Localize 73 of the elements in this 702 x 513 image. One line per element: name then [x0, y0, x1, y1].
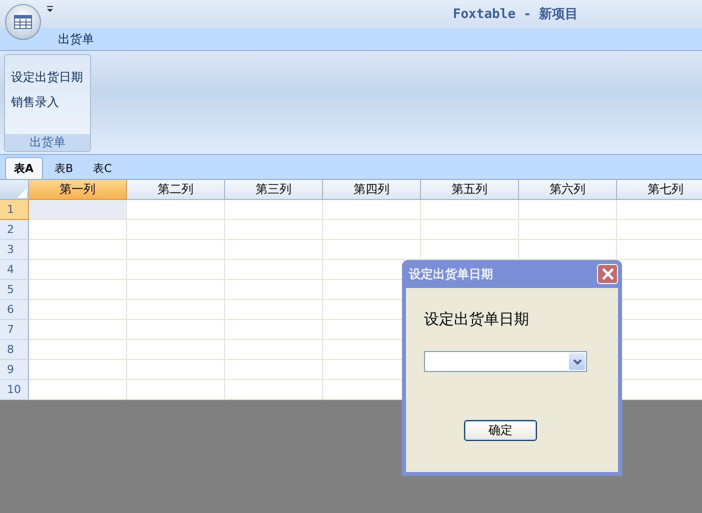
row-header[interactable]: 1 — [0, 200, 29, 220]
table-cell[interactable] — [29, 280, 127, 300]
table-cell[interactable] — [421, 200, 519, 220]
table-cell[interactable] — [29, 320, 127, 340]
row-header[interactable]: 3 — [0, 240, 29, 260]
row-header[interactable]: 6 — [0, 300, 29, 320]
table-cell[interactable] — [225, 240, 323, 260]
table-cell[interactable] — [127, 240, 225, 260]
table-cell[interactable] — [225, 260, 323, 280]
column-header[interactable]: 第三列 — [225, 180, 323, 200]
sheet-tab[interactable]: 表C — [85, 158, 120, 179]
chevron-down-icon — [572, 358, 582, 364]
table-cell[interactable] — [127, 340, 225, 360]
row-header[interactable]: 8 — [0, 340, 29, 360]
row-header[interactable]: 4 — [0, 260, 29, 280]
ribbon-tab[interactable]: 出货单 — [54, 28, 98, 50]
table-cell[interactable] — [29, 300, 127, 320]
row-header[interactable]: 10 — [0, 380, 29, 400]
ribbon-command[interactable]: 销售录入 — [11, 94, 90, 111]
table-cell[interactable] — [127, 220, 225, 240]
table-cell[interactable] — [225, 300, 323, 320]
row-header[interactable]: 2 — [0, 220, 29, 240]
sheet-tab[interactable]: 表B — [46, 158, 82, 179]
table-cell[interactable] — [323, 200, 421, 220]
table-cell[interactable] — [225, 380, 323, 400]
table-cell[interactable] — [225, 220, 323, 240]
row-header[interactable]: 5 — [0, 280, 29, 300]
close-icon — [602, 268, 614, 280]
column-header[interactable]: 第一列 — [29, 180, 127, 200]
application-button[interactable] — [5, 4, 41, 40]
table-cell[interactable] — [29, 360, 127, 380]
table-cell[interactable] — [127, 380, 225, 400]
table-cell[interactable] — [127, 200, 225, 220]
table-cell[interactable] — [29, 220, 127, 240]
window-title: Foxtable - 新项目 — [452, 6, 578, 23]
row-header[interactable]: 9 — [0, 360, 29, 380]
column-header[interactable]: 第六列 — [519, 180, 617, 200]
table-cell[interactable] — [225, 280, 323, 300]
customize-toolbar-icon[interactable] — [46, 5, 54, 13]
table-cell[interactable] — [225, 340, 323, 360]
column-header[interactable]: 第七列 — [617, 180, 702, 200]
sheet-tab[interactable]: 表A — [5, 157, 43, 179]
table-cell[interactable] — [519, 200, 617, 220]
table-cell[interactable] — [29, 240, 127, 260]
table-cell[interactable] — [421, 220, 519, 240]
column-header[interactable]: 第四列 — [323, 180, 421, 200]
ribbon-command[interactable]: 设定出货日期 — [11, 69, 90, 86]
group-label: 出货单 — [5, 134, 90, 151]
ok-button[interactable]: 确定 — [464, 420, 537, 441]
table-cell[interactable] — [225, 320, 323, 340]
close-button[interactable] — [597, 264, 618, 284]
table-cell[interactable] — [127, 300, 225, 320]
table-cell[interactable] — [29, 340, 127, 360]
select-all-corner[interactable] — [0, 180, 29, 200]
prompt-text: 设定出货单日期 — [424, 310, 530, 329]
dialog-title: 设定出货单日期 — [408, 266, 493, 282]
table-cell[interactable] — [519, 220, 617, 240]
table-cell[interactable] — [127, 320, 225, 340]
table-cell[interactable] — [225, 360, 323, 380]
row-header[interactable]: 7 — [0, 320, 29, 340]
table-cell[interactable] — [29, 380, 127, 400]
date-dropdown[interactable] — [424, 351, 587, 372]
table-icon — [14, 15, 32, 29]
table-cell[interactable] — [225, 200, 323, 220]
column-header[interactable]: 第五列 — [421, 180, 519, 200]
column-header[interactable]: 第二列 — [127, 180, 225, 200]
table-cell[interactable] — [127, 280, 225, 300]
table-cell[interactable] — [323, 220, 421, 240]
table-cell[interactable] — [29, 200, 127, 220]
table-cell[interactable] — [127, 360, 225, 380]
table-cell[interactable] — [127, 260, 225, 280]
table-cell[interactable] — [29, 260, 127, 280]
triangle-icon — [16, 187, 28, 199]
